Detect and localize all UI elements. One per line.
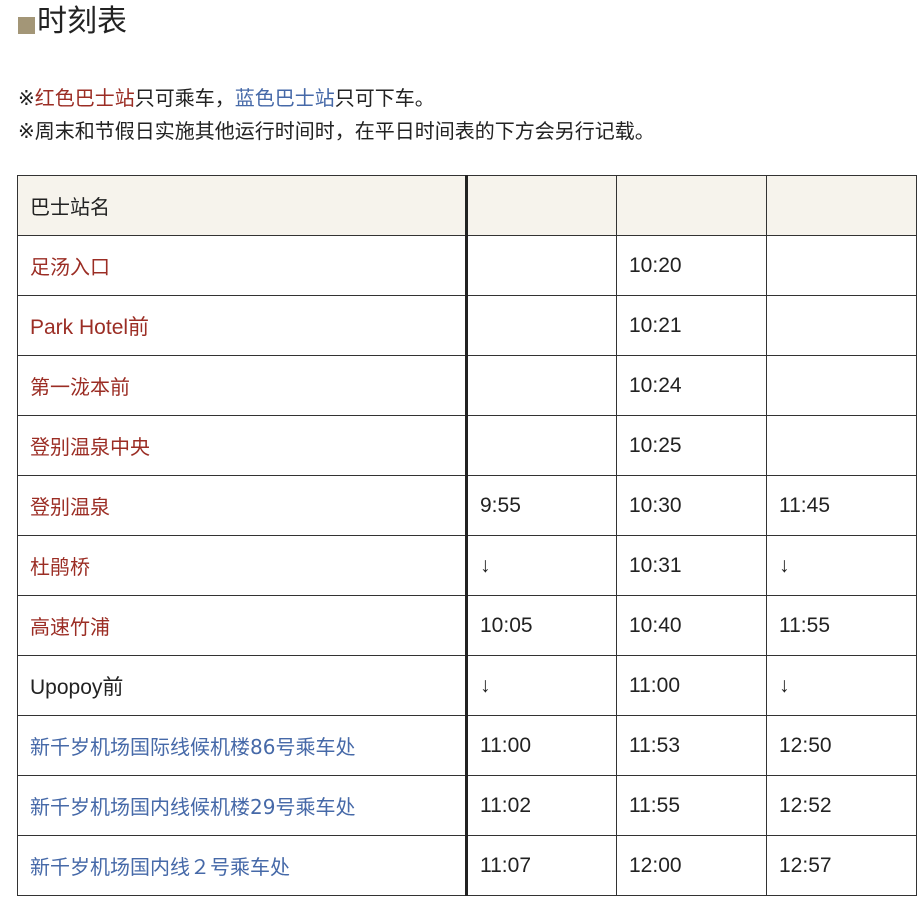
header-time-3 xyxy=(766,175,917,236)
departure-time: 10:24 xyxy=(616,355,767,416)
departure-time xyxy=(766,355,917,416)
departure-time: 12:00 xyxy=(616,835,767,896)
departure-time: 11:00 xyxy=(466,715,617,776)
departure-time: 11:02 xyxy=(466,775,617,836)
table-row: Park Hotel前 10:21 xyxy=(17,295,917,356)
departure-time: 10:31 xyxy=(616,535,767,596)
departure-time: 11:45 xyxy=(766,475,917,536)
table-row: 杜鹃桥 ↓ 10:31 ↓ xyxy=(17,535,917,596)
bus-stop-name: 高速竹浦 xyxy=(17,595,468,656)
table-row: Upopoy前 ↓ 11:00 ↓ xyxy=(17,655,917,716)
notes-block: ※红色巴士站只可乘车，蓝色巴士站只可下车。 ※周末和节假日实施其他运行时间时，在… xyxy=(18,82,655,148)
table-row: 新千岁机场国内线２号乘车处 11:07 12:00 12:57 xyxy=(17,835,917,896)
timetable: 巴士站名 足汤入口 10:20 Park Hotel前 10:21 第一泷本前 10:24… xyxy=(17,175,917,896)
red-stop-label: 红色巴士站 xyxy=(34,86,135,110)
table-row: 登别温泉中央 10:25 xyxy=(17,415,917,476)
departure-time xyxy=(766,235,917,296)
header-stop-name: 巴士站名 xyxy=(17,175,468,236)
departure-time: 10:25 xyxy=(616,415,767,476)
page-title: 时刻表 xyxy=(37,4,127,39)
bus-stop-name: 登别温泉 xyxy=(17,475,468,536)
bus-stop-name: 新千岁机场国内线２号乘车处 xyxy=(17,835,468,896)
table-header-row: 巴士站名 xyxy=(17,175,917,236)
departure-time: 11:00 xyxy=(616,655,767,716)
table-row: 新千岁机场国际线候机楼86号乘车处 11:00 11:53 12:50 xyxy=(17,715,917,776)
departure-time xyxy=(766,295,917,356)
note-line-holiday: ※周末和节假日实施其他运行时间时，在平日时间表的下方会另行记载。 xyxy=(18,119,655,143)
bus-stop-name: 登别温泉中央 xyxy=(17,415,468,476)
section-heading: 时刻表 xyxy=(18,2,127,42)
departure-time xyxy=(466,235,617,296)
bus-stop-name: Park Hotel前 xyxy=(17,295,468,356)
departure-time xyxy=(466,415,617,476)
pass-through-arrow: ↓ xyxy=(766,535,917,596)
bus-stop-name: Upopoy前 xyxy=(17,655,468,716)
table-row: 高速竹浦 10:05 10:40 11:55 xyxy=(17,595,917,656)
bus-stop-name: 杜鹃桥 xyxy=(17,535,468,596)
departure-time: 10:40 xyxy=(616,595,767,656)
boarding-only-text: 只可乘车， xyxy=(134,86,235,110)
pass-through-arrow: ↓ xyxy=(766,655,917,716)
bus-stop-name: 新千岁机场国际线候机楼86号乘车处 xyxy=(17,715,468,776)
bus-stop-name: 足汤入口 xyxy=(17,235,468,296)
note-line-stop-colors: ※红色巴士站只可乘车，蓝色巴士站只可下车。 xyxy=(18,82,655,115)
header-time-2 xyxy=(616,175,767,236)
pass-through-arrow: ↓ xyxy=(466,535,617,596)
table-row: 第一泷本前 10:24 xyxy=(17,355,917,416)
table-row: 足汤入口 10:20 xyxy=(17,235,917,296)
departure-time: 9:55 xyxy=(466,475,617,536)
departure-time: 10:20 xyxy=(616,235,767,296)
departure-time: 12:50 xyxy=(766,715,917,776)
departure-time: 11:07 xyxy=(466,835,617,896)
timetable-body: 足汤入口 10:20 Park Hotel前 10:21 第一泷本前 10:24 登别温泉中… xyxy=(17,235,917,896)
departure-time xyxy=(466,355,617,416)
note-reference-mark: ※ xyxy=(18,86,35,110)
departure-time: 10:21 xyxy=(616,295,767,356)
table-row: 登别温泉 9:55 10:30 11:45 xyxy=(17,475,917,536)
blue-stop-label: 蓝色巴士站 xyxy=(234,86,335,110)
table-row: 新千岁机场国内线候机楼29号乘车处 11:02 11:55 12:52 xyxy=(17,775,917,836)
departure-time: 10:30 xyxy=(616,475,767,536)
bus-stop-name: 第一泷本前 xyxy=(17,355,468,416)
header-time-1 xyxy=(466,175,617,236)
alighting-only-text: 只可下车。 xyxy=(334,86,435,110)
departure-time: 11:55 xyxy=(616,775,767,836)
bus-stop-name: 新千岁机场国内线候机楼29号乘车处 xyxy=(17,775,468,836)
departure-time xyxy=(766,415,917,476)
square-bullet-icon xyxy=(18,16,35,34)
departure-time: 12:57 xyxy=(766,835,917,896)
departure-time: 11:55 xyxy=(766,595,917,656)
departure-time: 11:53 xyxy=(616,715,767,776)
departure-time: 12:52 xyxy=(766,775,917,836)
departure-time xyxy=(466,295,617,356)
departure-time: 10:05 xyxy=(466,595,617,656)
pass-through-arrow: ↓ xyxy=(466,655,617,716)
